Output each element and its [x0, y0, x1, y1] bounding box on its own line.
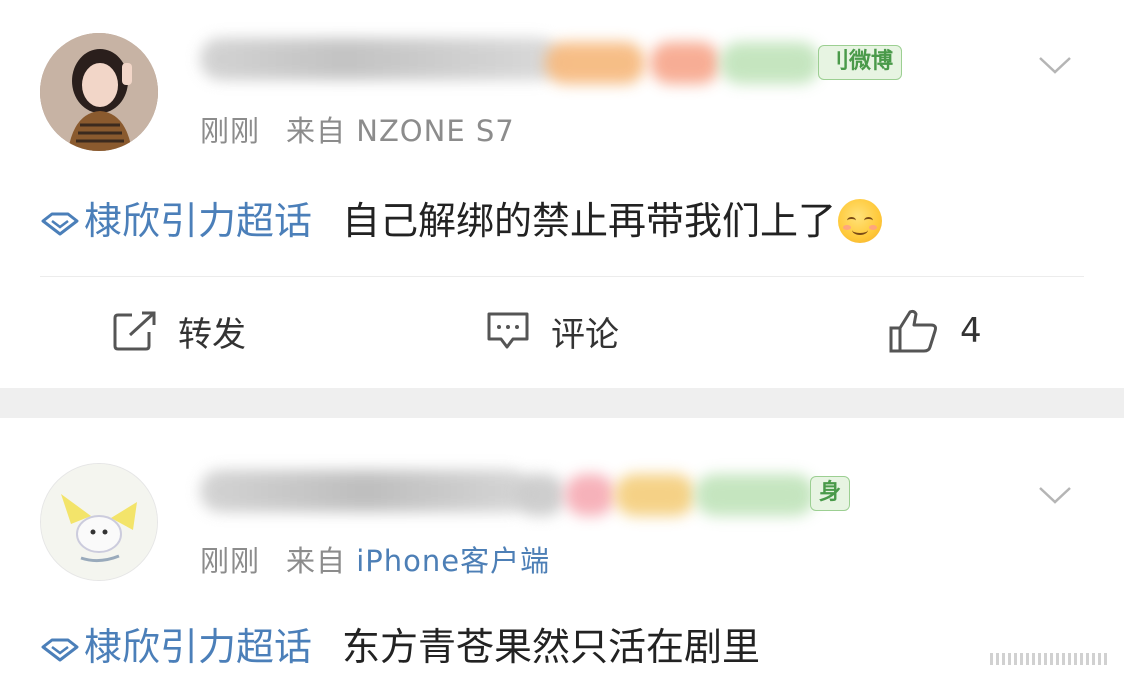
user-badge-redacted	[650, 42, 720, 84]
comment-button[interactable]: 评论	[485, 305, 619, 357]
smiling-face-emoji	[838, 198, 883, 243]
avatar[interactable]	[40, 463, 158, 581]
super-topic-link[interactable]: 棣欣引力超话	[40, 199, 312, 243]
post-source: NZONE S7	[356, 114, 515, 148]
repost-label: 转发	[178, 314, 246, 355]
post-content: 棣欣引力超话 东方青苍果然只活在剧里	[40, 616, 760, 671]
user-badge: 身	[810, 476, 851, 511]
super-topic-diamond-icon	[41, 638, 79, 661]
chevron-down-icon[interactable]	[1038, 55, 1072, 75]
post-text: 东方青苍果然只活在剧里	[342, 625, 761, 669]
username-redacted[interactable]	[200, 38, 560, 80]
post-meta: 刚刚 来自 iPhone客户端	[200, 538, 550, 580]
source-prefix: 来自	[286, 544, 347, 578]
chevron-down-icon[interactable]	[1038, 485, 1072, 505]
watermark	[990, 653, 1110, 665]
user-badge-redacted	[695, 474, 815, 516]
avatar-cartoon	[41, 464, 157, 580]
comment-label: 评论	[551, 314, 619, 355]
comment-card: 刂微博 刚刚 来自 NZONE S7 棣欣引力超话 自己解绑的禁止再带我们上了 转发…	[0, 0, 1124, 388]
source-prefix: 来自	[286, 114, 347, 148]
user-badge-redacted	[615, 474, 695, 516]
user-badge-redacted	[515, 474, 565, 516]
weibo-badge: 刂微博	[818, 45, 903, 80]
post-separator	[0, 388, 1124, 418]
super-topic-label: 棣欣引力超话	[84, 199, 313, 243]
repost-button[interactable]: 转发	[112, 305, 246, 357]
comment-icon	[487, 312, 529, 349]
post-text: 自己解绑的禁止再带我们上了	[342, 199, 837, 243]
comment-card: 身 刚刚 来自 iPhone客户端 棣欣引力超话 东方青苍果然只活在剧里	[0, 418, 1124, 695]
divider	[40, 276, 1084, 277]
like-count: 4	[960, 311, 982, 351]
avatar-photo	[40, 33, 158, 151]
user-badge-redacted	[565, 474, 615, 516]
super-topic-diamond-icon	[41, 212, 79, 235]
post-meta: 刚刚 来自 NZONE S7	[200, 108, 515, 150]
user-badge-redacted	[720, 42, 820, 84]
thumbs-up-icon	[889, 309, 937, 353]
repost-icon	[113, 311, 156, 351]
super-topic-label: 棣欣引力超话	[84, 625, 313, 669]
avatar[interactable]	[40, 33, 158, 151]
like-button[interactable]: 4	[888, 305, 982, 357]
super-topic-link[interactable]: 棣欣引力超话	[40, 625, 312, 669]
post-source-link[interactable]: iPhone客户端	[356, 544, 550, 578]
post-time: 刚刚	[200, 544, 261, 578]
username-redacted[interactable]	[200, 470, 530, 512]
post-content: 棣欣引力超话 自己解绑的禁止再带我们上了	[40, 190, 883, 246]
post-time: 刚刚	[200, 114, 261, 148]
user-badge-redacted	[545, 42, 645, 84]
